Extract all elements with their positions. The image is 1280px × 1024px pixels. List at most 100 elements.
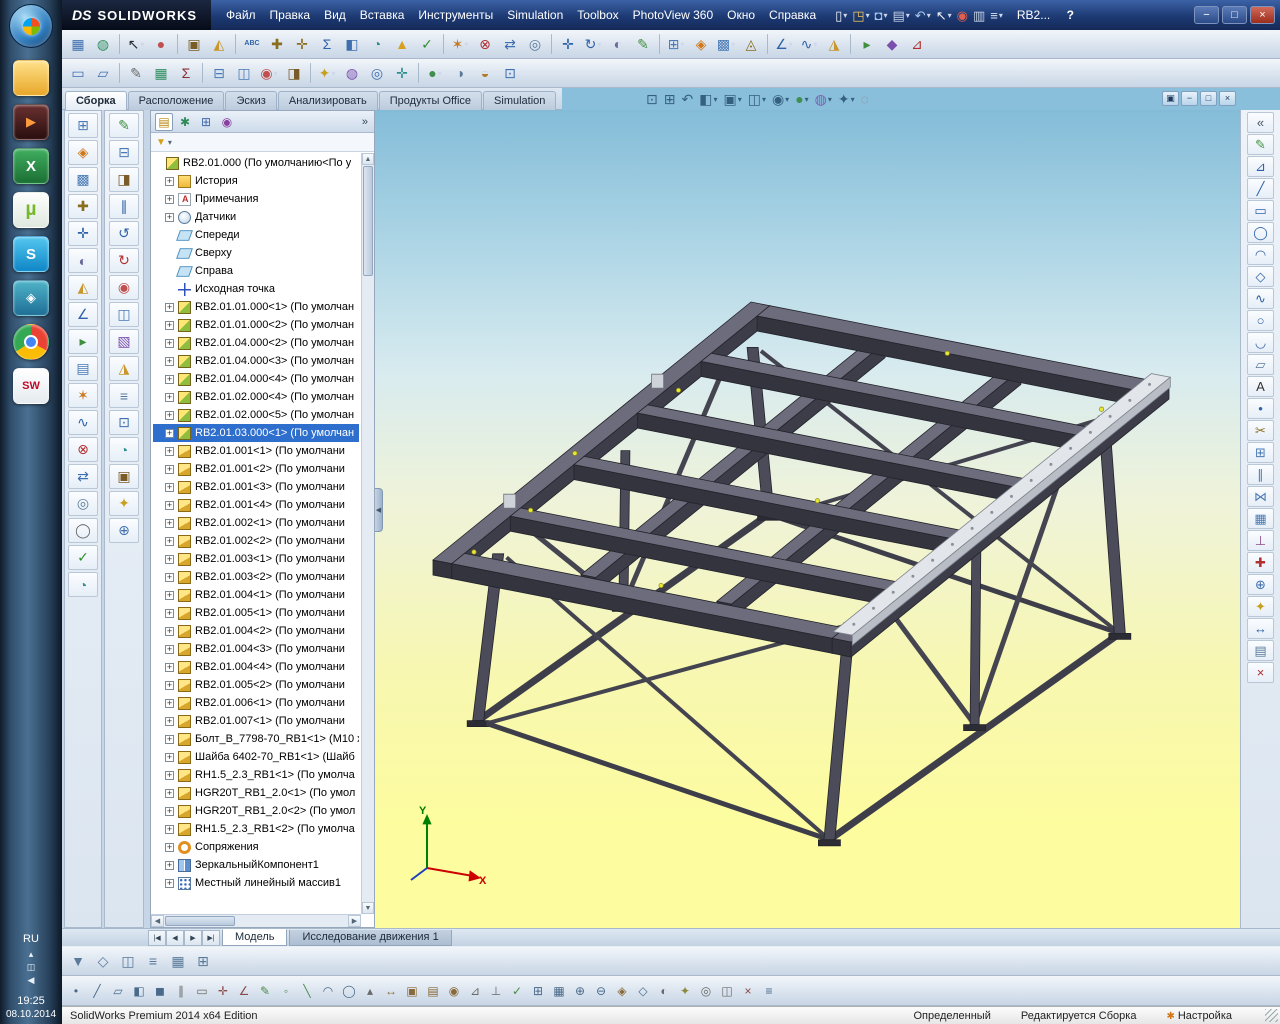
expand-icon[interactable] — [165, 446, 174, 456]
tree-horizontal-scrollbar[interactable]: ◀ ▶ — [151, 914, 361, 927]
hole-alignment-icon[interactable]: ◎ — [68, 491, 98, 516]
display-style-icon[interactable]: ◫ ▾ — [746, 91, 768, 108]
first-tab-button[interactable]: |◀ — [148, 930, 166, 946]
filter-decals-icon[interactable]: ◫ — [717, 980, 737, 1002]
viewport-dock-icon[interactable]: ▣ — [1162, 91, 1179, 106]
move-component-icon[interactable]: ✛ — [68, 221, 98, 246]
tree-item[interactable]: RB2.01.004<1> (По умолчани — [153, 586, 359, 604]
exit-sketch-icon[interactable]: × — [1247, 662, 1274, 683]
separator[interactable] — [119, 63, 120, 83]
action-center-icon[interactable]: ◫ — [27, 962, 36, 973]
check-icon[interactable]: ✓ — [415, 32, 439, 56]
tree-item[interactable]: RB2.01.001<4> (По умолчани — [153, 496, 359, 514]
sketch-pattern-icon[interactable]: ▦ — [1247, 508, 1274, 529]
command-tab[interactable]: Эскиз — [225, 91, 277, 110]
scroll-right-icon[interactable]: ▶ — [348, 915, 361, 927]
command-tab[interactable]: Сборка — [65, 91, 127, 110]
clearance-verification-icon[interactable]: ⇄ — [498, 32, 522, 56]
tree-item[interactable]: RH1.5_2.3_RB1<1> (По умолча — [153, 766, 359, 784]
filter-bodies-icon[interactable]: ◐ — [654, 980, 674, 1002]
offset-entities-icon[interactable]: ∥ — [1247, 464, 1274, 485]
filter-cameras-icon[interactable]: ◎ — [696, 980, 716, 1002]
expand-icon[interactable] — [165, 860, 174, 870]
exploded-view-icon[interactable]: ✶ ▾ — [448, 32, 472, 56]
filter-datums-icon[interactable]: ⊥ — [486, 980, 506, 1002]
separator[interactable] — [310, 63, 311, 83]
utorrent-icon[interactable]: µ — [13, 192, 49, 228]
screen-sketch-icon[interactable]: ▭ — [66, 61, 90, 85]
file-properties-icon[interactable]: ▥ — [971, 8, 987, 23]
tree-item[interactable]: RB2.01.04.000<2> (По умолчан — [153, 334, 359, 352]
save-icon[interactable]: ◘ ▾ — [873, 8, 890, 23]
tree-item[interactable]: RB2.01.04.000<3> (По умолчан — [153, 352, 359, 370]
expand-icon[interactable] — [165, 842, 174, 852]
maximize-button[interactable]: □ — [1222, 6, 1247, 24]
separator[interactable] — [119, 34, 120, 54]
snapshot-icon[interactable]: ▣ — [182, 32, 206, 56]
print-icon[interactable]: ▤ ▾ — [890, 8, 911, 23]
expand-icon[interactable] — [165, 590, 174, 600]
lights-icon[interactable]: ✦ ▾ — [315, 61, 339, 85]
tree-item[interactable]: RB2.01.03.000<1> (По умолчан — [153, 424, 359, 442]
expand-icon[interactable] — [165, 662, 174, 672]
excel-icon[interactable]: X — [13, 148, 49, 184]
separator[interactable] — [235, 34, 236, 54]
expand-icon[interactable] — [165, 518, 174, 528]
filter-caret-icon[interactable]: ▾ — [168, 138, 172, 147]
expand-icon[interactable] — [165, 572, 174, 582]
render-tools-icon[interactable]: ● ▾ — [423, 61, 447, 85]
filter-diamond-icon[interactable]: ◇ — [91, 949, 115, 973]
next-tab-button[interactable]: ▶ — [184, 930, 202, 946]
tree-item[interactable]: RB2.01.02.000<5> (По умолчан — [153, 406, 359, 424]
tile-view-icon[interactable]: ▦ — [66, 32, 90, 56]
expand-icon[interactable] — [165, 356, 174, 366]
polygon-icon[interactable]: ◇ — [1247, 266, 1274, 287]
scrollbar-thumb[interactable] — [165, 916, 235, 926]
camera-strip-icon[interactable]: ▣ — [109, 464, 139, 489]
filter-blocks-icon[interactable]: ▦ — [549, 980, 569, 1002]
menu-item[interactable]: Simulation — [500, 0, 570, 30]
render-region-icon[interactable]: ⊡ — [498, 61, 522, 85]
text-tool-icon[interactable]: A — [1247, 376, 1274, 397]
move-component-icon[interactable]: ✛ — [556, 32, 580, 56]
filter-mates-icon[interactable]: ◈ — [612, 980, 632, 1002]
mate-icon[interactable]: ◈ — [689, 32, 713, 56]
show-hidden-icons[interactable]: ▴ — [29, 949, 34, 960]
layout-icon[interactable]: ▱ — [91, 61, 115, 85]
hide-faces-icon[interactable]: ◫ — [116, 949, 140, 973]
expand-panel-icon[interactable]: » — [362, 116, 370, 128]
selection-set-icon[interactable]: ⊡ — [109, 410, 139, 435]
panel-splitter-handle[interactable]: ◀ — [375, 488, 383, 532]
tree-item[interactable]: RB2.01.01.000<2> (По умолчан — [153, 316, 359, 334]
tree-item[interactable]: RB2.01.006<1> (По умолчани — [153, 694, 359, 712]
spline-icon[interactable]: ∿ — [1247, 288, 1274, 309]
final-render-icon[interactable]: ◒ — [473, 61, 497, 85]
zoom-fit-icon[interactable]: ⊡ — [644, 91, 660, 108]
help-icon[interactable]: ? — [1062, 8, 1078, 22]
scrollbar-thumb[interactable] — [363, 166, 373, 276]
scene-icon[interactable]: ◍ — [340, 61, 364, 85]
filter-reference-points-icon[interactable]: ▴ — [360, 980, 380, 1002]
tree-item[interactable]: Примечания — [153, 190, 359, 208]
previous-view-icon[interactable]: ↶ — [679, 91, 695, 108]
tree-item[interactable]: Справа — [153, 262, 359, 280]
taskbar-date[interactable]: 08.10.2014 — [6, 1009, 56, 1020]
expand-icon[interactable] — [165, 716, 174, 726]
messenger-icon[interactable]: ◈ — [13, 280, 49, 316]
rebuild-icon[interactable]: ◉ — [955, 8, 970, 23]
model-tab[interactable]: Исследование движения 1 — [289, 930, 452, 946]
new-document-icon[interactable]: ▯ ▾ — [833, 8, 849, 23]
filter-surface-finish-icon[interactable]: ✓ — [507, 980, 527, 1002]
reference-geometry-icon[interactable]: ∠ ▾ — [772, 32, 796, 56]
scroll-left-icon[interactable]: ◀ — [151, 915, 164, 927]
volume-icon[interactable]: ◀ — [28, 975, 35, 986]
filter-origins-icon[interactable]: ✛ — [213, 980, 233, 1002]
insert-component-icon[interactable]: ⊞ — [68, 113, 98, 138]
last-tab-button[interactable]: ▶| — [202, 930, 220, 946]
view-settings-icon[interactable]: ✦ ▾ — [836, 91, 857, 108]
filter-clear-icon[interactable]: × — [738, 980, 758, 1002]
lighting-icon[interactable]: ✦ — [109, 491, 139, 516]
prev-tab-button[interactable]: ◀ — [166, 930, 184, 946]
command-tab[interactable]: Анализировать — [277, 91, 378, 110]
filter-annotations-icon[interactable]: ▣ — [402, 980, 422, 1002]
